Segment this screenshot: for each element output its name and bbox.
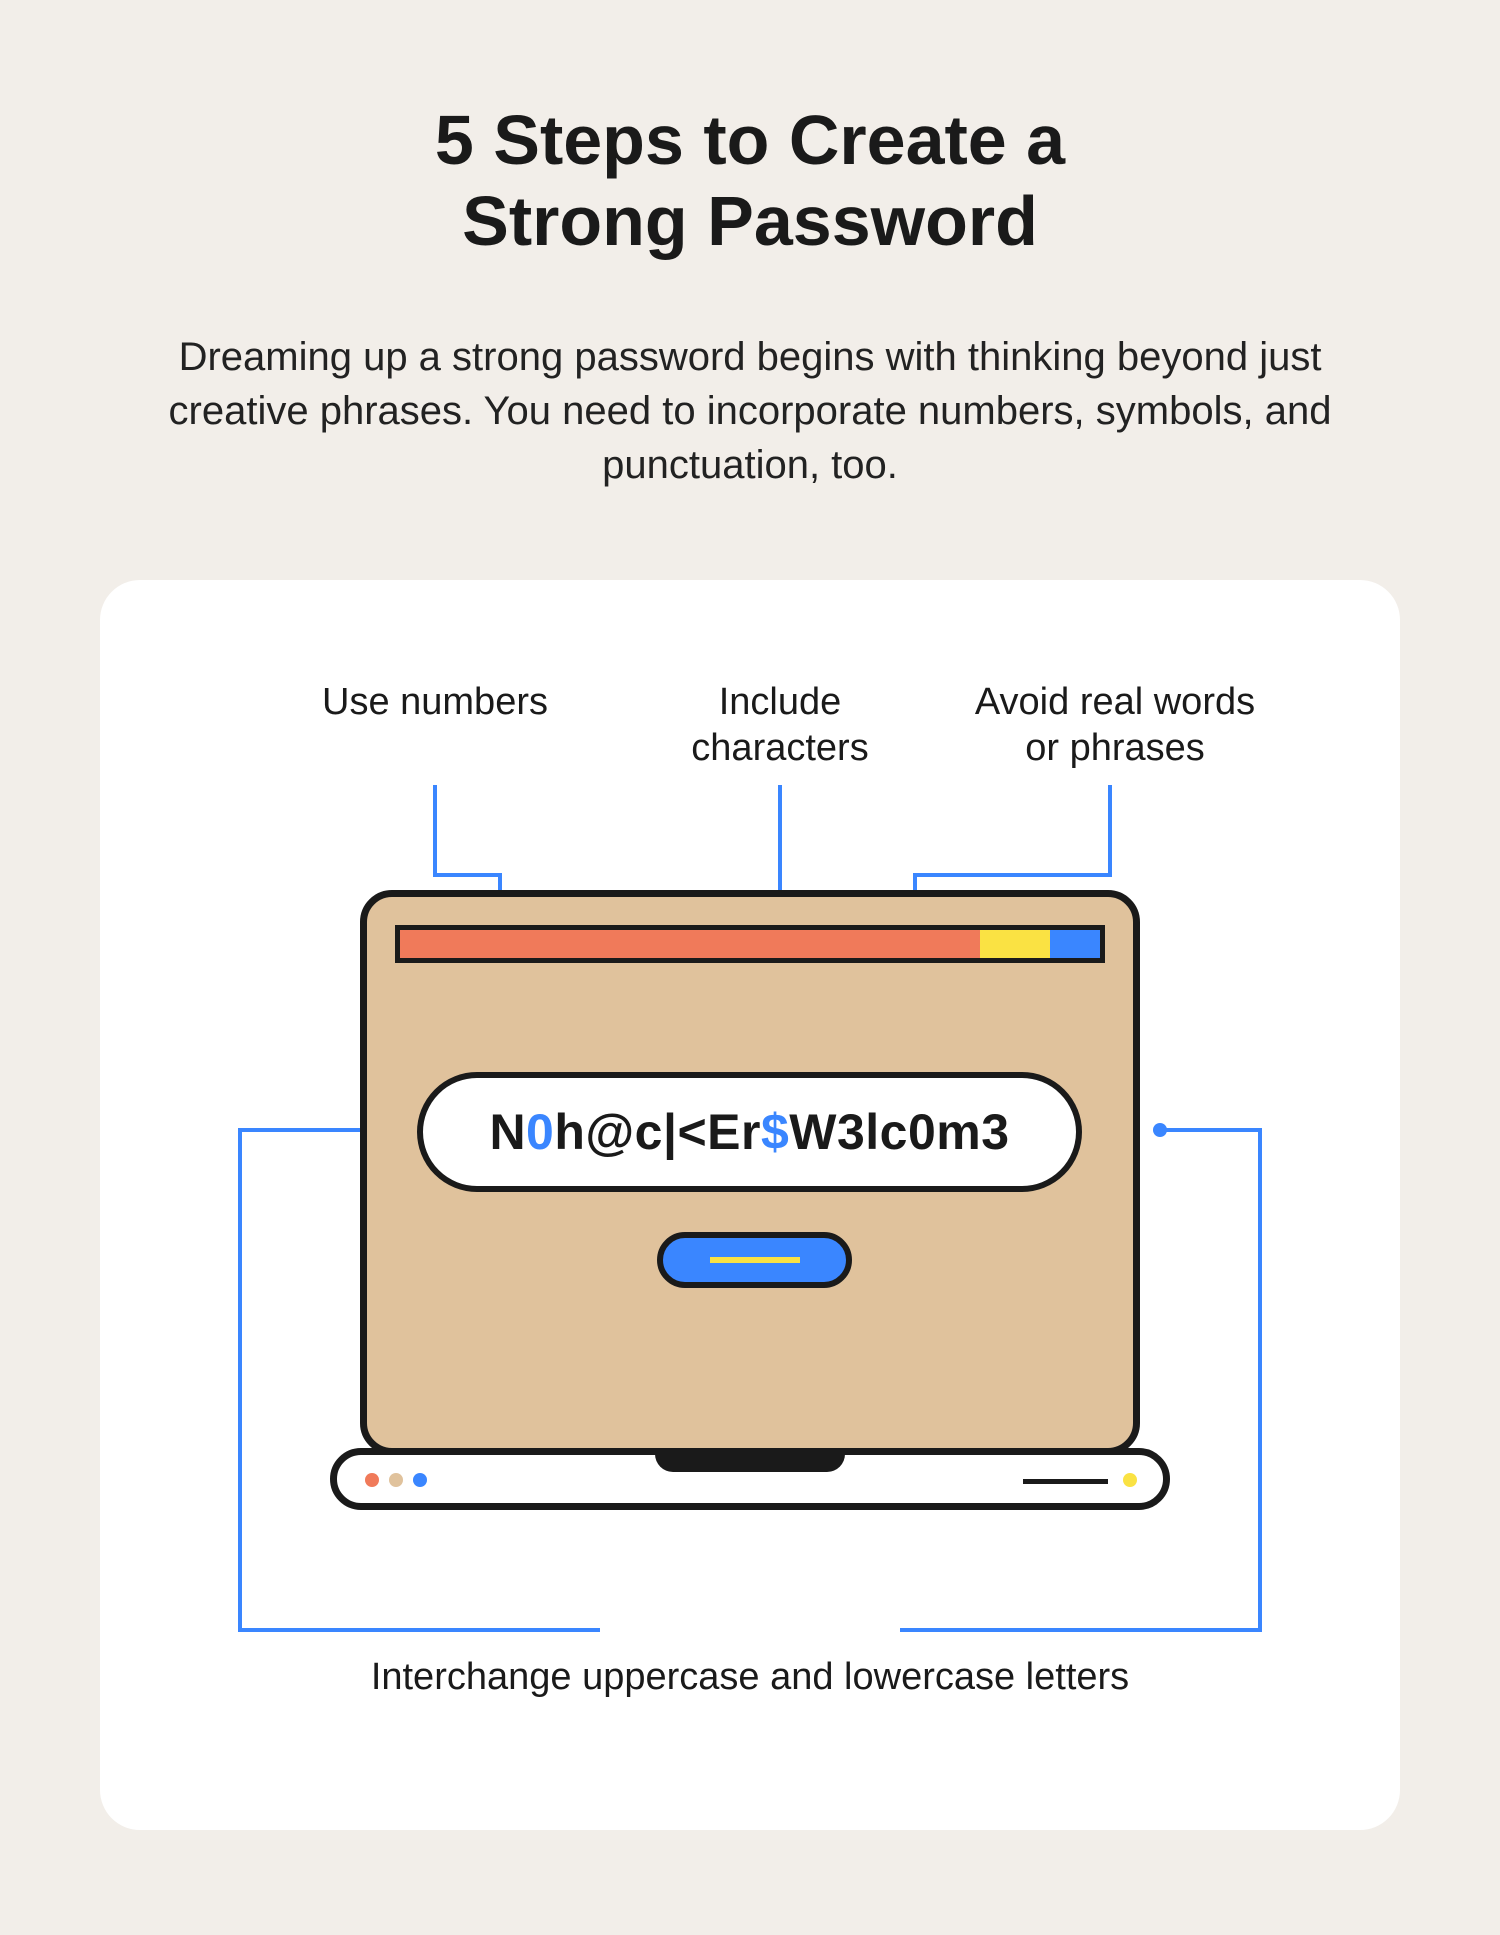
submit-button-icon <box>657 1232 852 1288</box>
tip-avoid-real-words: Avoid real words or phrases <box>955 680 1275 771</box>
tip-use-numbers: Use numbers <box>305 680 565 726</box>
laptop-notch <box>655 1448 845 1472</box>
dot-blue-icon <box>413 1473 427 1487</box>
password-value: N0h@c|<Er$W3lc0m3 <box>489 1103 1009 1161</box>
page-subtitle: Dreaming up a strong password begins wit… <box>150 330 1350 492</box>
title-line-1: 5 Steps to Create a <box>435 101 1065 179</box>
browser-tab-bar <box>395 925 1105 963</box>
tip-include-characters: Include characters <box>650 680 910 771</box>
tip-interchange-case: Interchange uppercase and lowercase lett… <box>100 1655 1400 1701</box>
laptop-base <box>330 1448 1170 1510</box>
tab-segment-red <box>400 930 980 958</box>
page-title: 5 Steps to Create a Strong Password <box>0 100 1500 261</box>
title-line-2: Strong Password <box>462 182 1038 260</box>
indicator-dot-icon <box>1123 1473 1137 1487</box>
dot-red-icon <box>365 1473 379 1487</box>
tab-segment-blue <box>1050 930 1100 958</box>
traffic-light-dots <box>365 1473 427 1487</box>
laptop-illustration: N0h@c|<Er$W3lc0m3 <box>330 890 1170 1525</box>
base-slot-icon <box>1023 1479 1108 1484</box>
password-field: N0h@c|<Er$W3lc0m3 <box>417 1072 1082 1192</box>
illustration-card: Use numbers Include characters Avoid rea… <box>100 580 1400 1830</box>
tab-segment-yellow <box>980 930 1050 958</box>
dot-tan-icon <box>389 1473 403 1487</box>
laptop-screen: N0h@c|<Er$W3lc0m3 <box>360 890 1140 1455</box>
